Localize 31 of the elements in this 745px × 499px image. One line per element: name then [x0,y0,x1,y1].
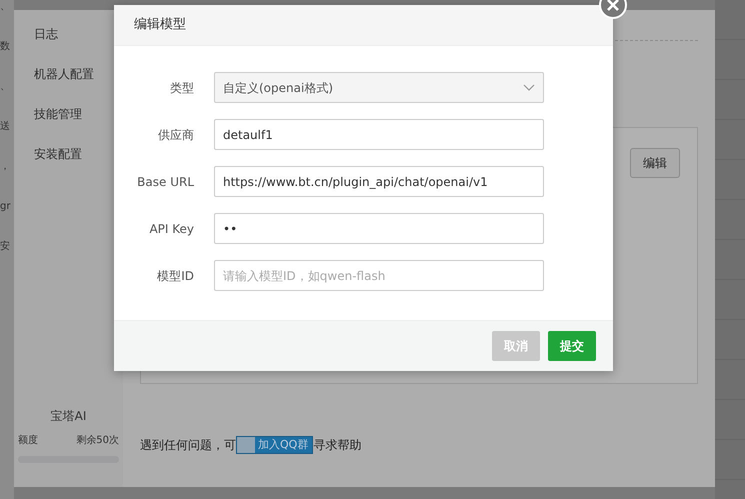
input-field[interactable]: detaulf1 [214,119,544,150]
quota-label: 额度 [18,434,38,448]
text-fragment: 、 [0,80,11,94]
text-fragment: ， [0,160,11,174]
text-fragment: gr [0,200,12,214]
quota-title: 宝塔AI [50,409,86,423]
help-text: 寻求帮助 [313,437,362,454]
input-field[interactable]: https://www.bt.cn/plugin_api/chat/openai/v1 [214,166,544,197]
input-field[interactable]: 请输入模型ID，如qwen-flash [214,260,544,291]
qq-group-link[interactable]: 加入QQ群 [236,436,314,454]
type-select[interactable]: 自定义(openai格式) [214,72,544,103]
field-label: API Key [148,220,195,238]
input-field[interactable]: •• [214,213,544,244]
text-fragment: 、 [0,0,11,14]
field-label: 类型 [169,80,195,96]
text-fragment: 送 [0,120,11,134]
sidebar-item[interactable]: 技能管理 [34,107,82,121]
sidebar-item[interactable]: 日志 [34,27,58,41]
field-label: Base URL [136,174,195,190]
edit-button[interactable]: 编辑 [630,148,680,178]
text-fragment: 数 [0,40,11,54]
field-label: 供应商 [157,126,195,144]
modal-title: 编辑模型 [134,16,186,34]
text-fragment: 安 [0,240,11,254]
field-label: 模型ID [156,268,195,284]
sidebar-item[interactable]: 机器人配置 [34,67,94,81]
help-text: 遇到任何问题，可 [140,437,236,454]
submit-button[interactable]: 提交 [548,331,596,361]
quota-remaining: 剩余50次 [76,434,119,448]
sidebar-item[interactable]: 安装配置 [34,147,82,161]
chevron-down-icon [523,84,535,91]
